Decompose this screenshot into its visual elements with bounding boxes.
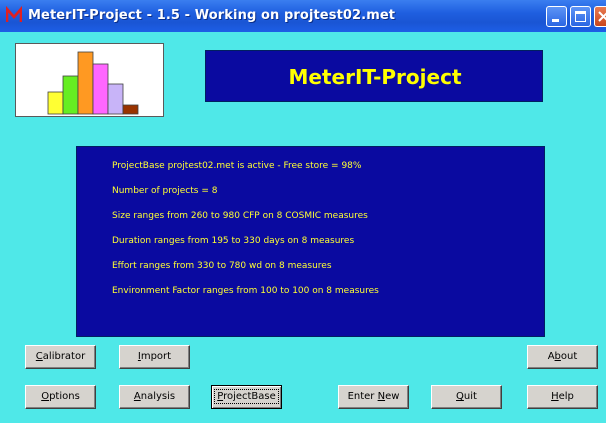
info-line-environment: Environment Factor ranges from 100 to 10…	[112, 286, 379, 296]
maximize-icon	[575, 11, 586, 22]
app-banner: MeterIT-Project	[205, 50, 543, 102]
app-window: MeterIT-Project - 1.5 - Working on projt…	[0, 0, 606, 423]
help-button[interactable]: Help	[527, 385, 598, 409]
minimize-button[interactable]	[546, 6, 567, 27]
app-m-icon	[6, 6, 22, 22]
title-bar[interactable]: MeterIT-Project - 1.5 - Working on projt…	[0, 0, 606, 32]
banner-title: MeterIT-Project	[288, 65, 462, 89]
enter-new-button[interactable]: Enter New	[338, 385, 409, 409]
info-line-projects: Number of projects = 8	[112, 186, 218, 196]
logo-bar	[47, 91, 64, 115]
info-line-effort: Effort ranges from 330 to 780 wd on 8 me…	[112, 261, 332, 271]
projectbase-info-panel: ProjectBase projtest02.met is active - F…	[76, 146, 545, 337]
histogram-logo-icon	[47, 51, 139, 115]
histogram-logo	[15, 43, 164, 117]
close-button[interactable]	[594, 6, 606, 27]
close-icon	[598, 11, 606, 22]
logo-bar	[107, 83, 124, 115]
main-panel: MeterIT-Project ProjectBase projtest02.m…	[0, 32, 606, 423]
logo-bar	[77, 51, 94, 115]
logo-bar	[92, 63, 109, 115]
logo-bar	[122, 104, 139, 115]
about-button[interactable]: About	[527, 345, 598, 369]
quit-button[interactable]: Quit	[431, 385, 502, 409]
calibrator-button[interactable]: Calibrator	[25, 345, 96, 369]
maximize-button[interactable]	[570, 6, 591, 27]
info-line-duration: Duration ranges from 195 to 330 days on …	[112, 236, 355, 246]
import-button[interactable]: Import	[119, 345, 190, 369]
window-title: MeterIT-Project - 1.5 - Working on projt…	[28, 8, 396, 23]
minimize-icon	[552, 19, 559, 22]
logo-bar	[62, 75, 79, 115]
info-line-status: ProjectBase projtest02.met is active - F…	[112, 161, 362, 171]
options-button[interactable]: Options	[25, 385, 96, 409]
info-line-size: Size ranges from 260 to 980 CFP on 8 COS…	[112, 211, 368, 221]
projectbase-button[interactable]: ProjectBase	[211, 385, 282, 409]
analysis-button[interactable]: Analysis	[119, 385, 190, 409]
